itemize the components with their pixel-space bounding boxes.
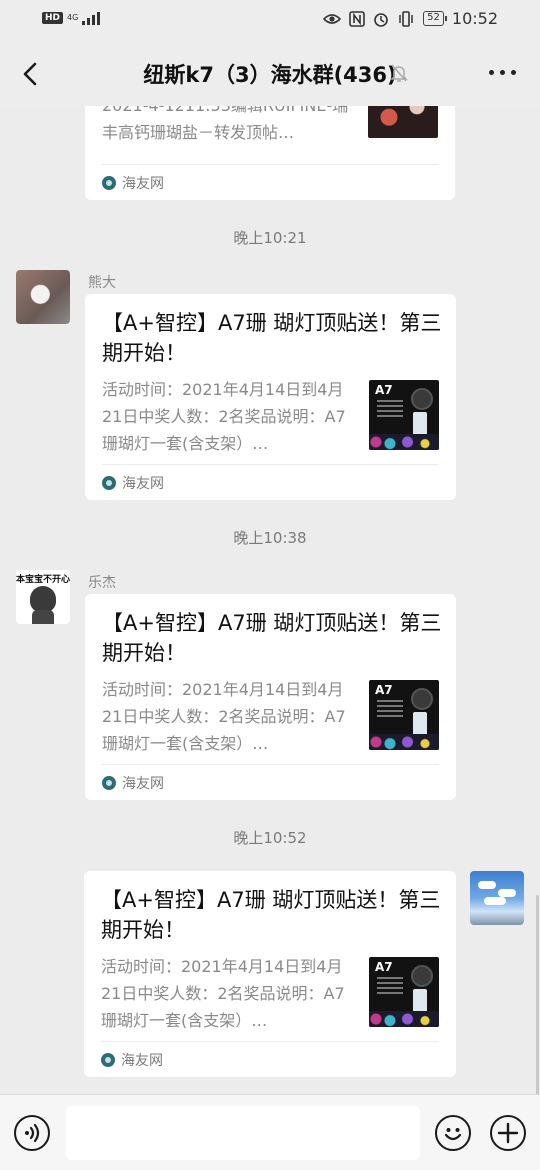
timestamp: 晚上10:21 [233, 229, 307, 247]
plus-icon [497, 1122, 519, 1144]
chat-title: 纽斯k7（3）海水群(436) [143, 63, 397, 87]
avatar-self[interactable] [470, 871, 524, 925]
link-card[interactable]: 【A+智控】A7珊 瑚灯顶贴送！第三期开始！ 活动时间：2021年4月14日到4… [84, 871, 456, 1077]
card-body: 活动时间：2021年4月14日到4月21日中奖人数：2名奖品说明：A7珊瑚灯一套… [101, 953, 439, 1033]
signal-icon [82, 11, 101, 25]
message-input[interactable] [66, 1106, 420, 1160]
card-description: 2021-4-1211:53编辑RUIFINE-瑞丰高钙珊瑚盐－转发顶帖… [102, 106, 348, 142]
vibrate-icon [399, 10, 413, 27]
card-title: 【A+智控】A7珊 瑚灯顶贴送！第三期开始！ [101, 888, 441, 942]
battery-indicator: 52 [423, 11, 447, 26]
card-source: 海友网 [102, 164, 438, 200]
card-source-name: 海友网 [122, 175, 164, 192]
status-left: HD 4G [42, 11, 101, 25]
chat-header: 纽斯k7（3）海水群(436) [0, 40, 540, 106]
eye-icon [323, 13, 342, 24]
card-thumbnail: A7 [369, 957, 439, 1027]
link-card[interactable]: 【A+智控】A7珊 瑚灯顶贴送！第三期开始！ 活动时间：2021年4月14日到4… [85, 594, 456, 800]
emoji-button[interactable] [435, 1115, 471, 1151]
sender-name: 熊大 [88, 275, 116, 291]
voice-icon [25, 1123, 40, 1143]
status-right: 52 10:52 [323, 9, 498, 28]
card-thumbnail: A7 [369, 380, 439, 450]
card-source-name: 海友网 [122, 775, 164, 792]
card-body: 活动时间：2021年4月14日到4月21日中奖人数：2名奖品说明：A7珊瑚灯一套… [102, 676, 439, 756]
card-source-name: 海友网 [121, 1052, 163, 1069]
card-description: 活动时间：2021年4月14日到4月21日中奖人数：2名奖品说明：A7珊瑚灯一套… [102, 380, 346, 453]
avatar[interactable]: 本宝宝不开心 [16, 570, 70, 624]
plus-button[interactable] [490, 1115, 526, 1151]
link-card-partial[interactable]: 2021-4-1211:53编辑RUIFINE-瑞丰高钙珊瑚盐－转发顶帖… 海友… [85, 106, 455, 200]
card-thumbnail: A7 [369, 680, 439, 750]
nfc-icon [349, 10, 365, 27]
status-bar: HD 4G 52 10:52 [0, 0, 540, 40]
more-dots-icon [489, 70, 494, 75]
voice-button[interactable] [14, 1115, 50, 1151]
input-bar [0, 1094, 540, 1170]
bell-off-icon [390, 64, 408, 82]
card-title: 【A+智控】A7珊 瑚灯顶贴送！第三期开始！ [102, 611, 442, 665]
card-source: 海友网 [102, 764, 439, 800]
card-title: 【A+智控】A7珊 瑚灯顶贴送！第三期开始！ [102, 311, 442, 365]
source-logo-icon [101, 1052, 115, 1067]
more-button[interactable] [489, 70, 516, 75]
status-time: 10:52 [451, 9, 498, 28]
scrollbar[interactable] [536, 895, 539, 1100]
hd-badge: HD [42, 12, 64, 24]
source-logo-icon [102, 475, 116, 490]
alarm-icon [374, 12, 388, 27]
link-card[interactable]: 【A+智控】A7珊 瑚灯顶贴送！第三期开始！ 活动时间：2021年4月14日到4… [85, 294, 456, 500]
card-source: 海友网 [102, 464, 439, 500]
network-type: 4G [67, 13, 79, 22]
source-logo-icon [102, 775, 116, 790]
chat-area[interactable]: 2021-4-1211:53编辑RUIFINE-瑞丰高钙珊瑚盐－转发顶帖… 海友… [0, 106, 540, 1094]
card-body: 活动时间：2021年4月14日到4月21日中奖人数：2名奖品说明：A7珊瑚灯一套… [102, 376, 439, 456]
thumbnail-label: A7 [375, 960, 393, 974]
smiley-icon [444, 1128, 462, 1141]
card-source: 海友网 [101, 1041, 439, 1077]
sender-name: 乐杰 [88, 575, 116, 591]
source-logo-icon [102, 175, 116, 190]
card-description: 活动时间：2021年4月14日到4月21日中奖人数：2名奖品说明：A7珊瑚灯一套… [101, 957, 345, 1030]
thumbnail-label: A7 [375, 383, 393, 397]
avatar[interactable] [16, 270, 70, 324]
timestamp: 晚上10:52 [233, 829, 307, 847]
timestamp: 晚上10:38 [233, 529, 307, 547]
card-source-name: 海友网 [122, 475, 164, 492]
thumbnail-label: A7 [375, 683, 393, 697]
card-description: 活动时间：2021年4月14日到4月21日中奖人数：2名奖品说明：A7珊瑚灯一套… [102, 680, 346, 753]
avatar-text: 本宝宝不开心 [16, 575, 70, 585]
card-thumbnail [368, 106, 438, 138]
